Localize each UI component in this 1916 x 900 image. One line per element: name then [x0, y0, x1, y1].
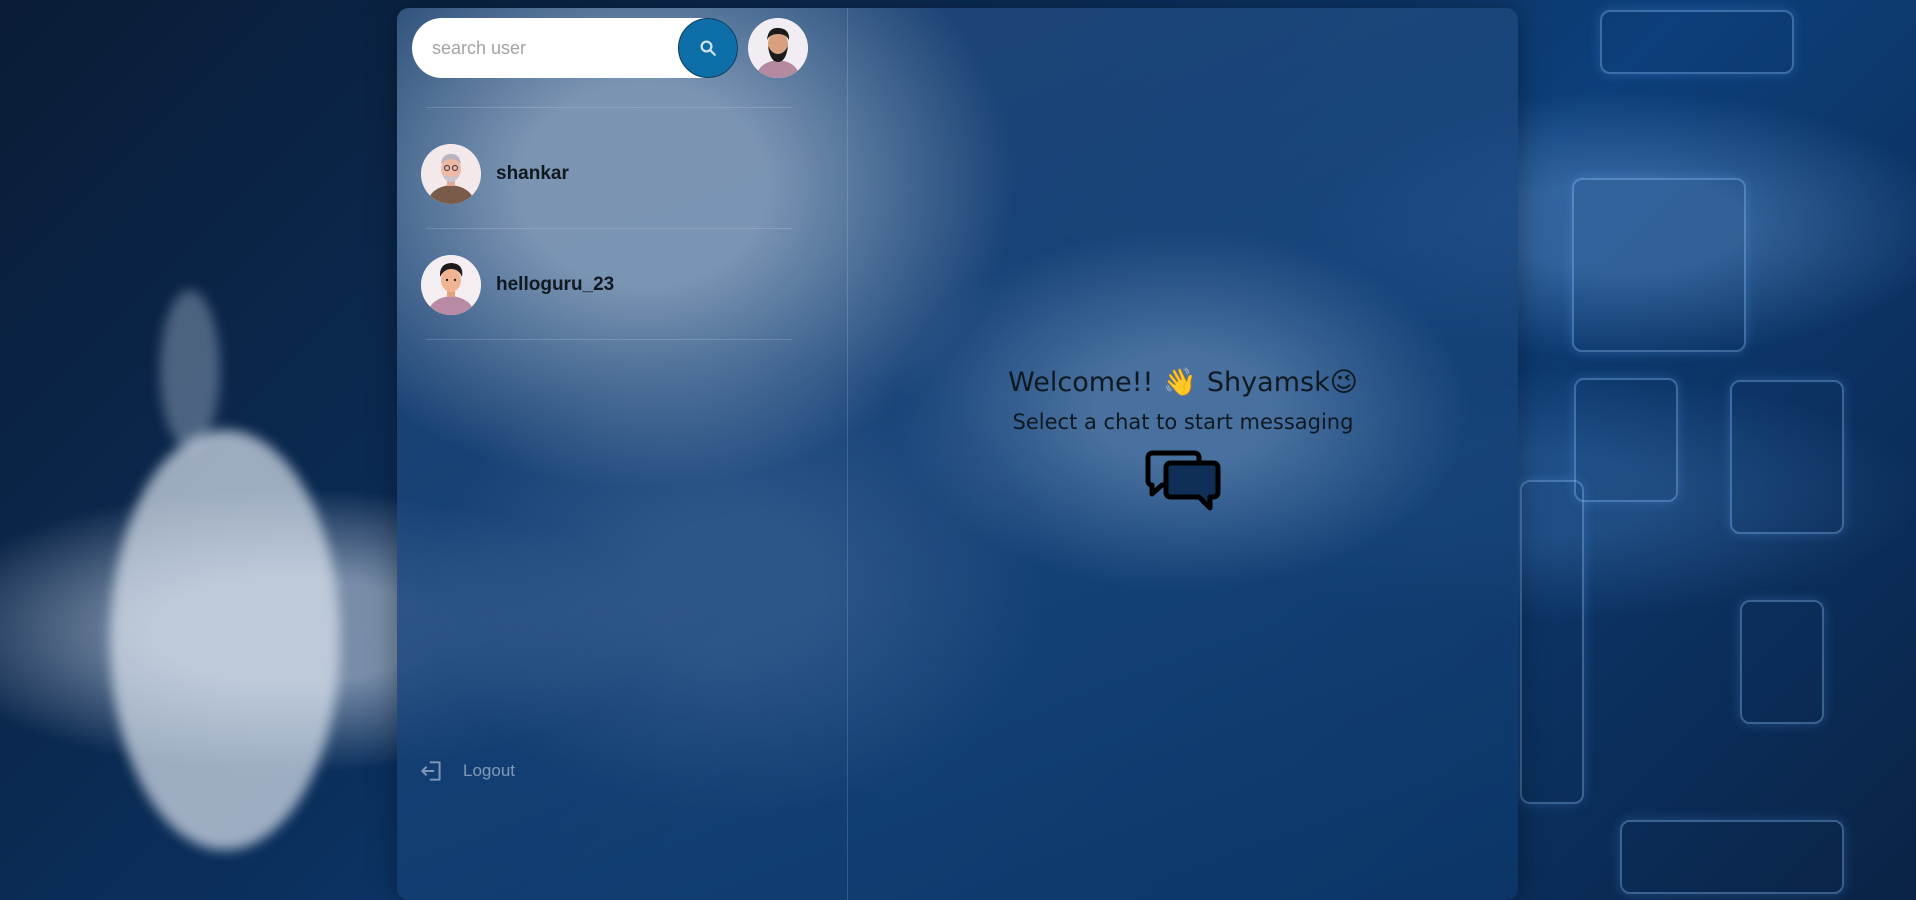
background-decoration — [1600, 10, 1794, 74]
main-panel: Welcome!! 👋 Shyamsk😉 Select a chat to st… — [848, 8, 1518, 900]
chat-app-window: shankar helloguru_23 — [397, 8, 1518, 900]
wave-emoji: 👋 — [1163, 367, 1197, 398]
background-decoration — [1620, 820, 1844, 894]
welcome-greeting: Welcome!! — [1008, 366, 1154, 398]
search-button[interactable] — [678, 18, 738, 78]
background-decoration — [1574, 378, 1678, 502]
logout-label: Logout — [463, 761, 515, 780]
conversation-name: shankar — [496, 163, 569, 184]
conversation-item[interactable]: helloguru_23 — [421, 254, 801, 316]
divider — [426, 228, 792, 229]
logout-icon — [421, 761, 441, 781]
logout-button[interactable]: Logout — [419, 758, 515, 784]
divider — [426, 107, 792, 108]
welcome-title: Welcome!! 👋 Shyamsk😉 — [1008, 366, 1358, 399]
conversation-avatar — [421, 144, 481, 204]
search-row — [412, 18, 808, 78]
background-decoration — [110, 430, 340, 850]
background-decoration — [1520, 480, 1584, 804]
background-decoration — [1730, 380, 1844, 534]
username: Shyamsk — [1206, 366, 1330, 398]
conversation-item[interactable]: shankar — [421, 143, 801, 205]
chat-icon-wrap — [848, 450, 1518, 514]
conversation-avatar — [421, 255, 481, 315]
welcome-message: Welcome!! 👋 Shyamsk😉 Select a chat to st… — [848, 366, 1518, 514]
background-decoration — [1740, 600, 1824, 724]
welcome-subtitle: Select a chat to start messaging — [1012, 410, 1354, 434]
profile-avatar[interactable] — [748, 18, 808, 78]
user-avatar — [748, 18, 808, 78]
search-icon — [700, 40, 716, 56]
divider — [426, 339, 792, 340]
conversation-name: helloguru_23 — [496, 274, 615, 295]
chat-bubbles-icon — [1145, 450, 1221, 511]
background-decoration — [160, 290, 220, 450]
user-avatar — [421, 144, 481, 204]
wink-emoji: 😉 — [1329, 366, 1358, 398]
user-avatar — [421, 255, 481, 315]
background-decoration — [1572, 178, 1746, 352]
search-form — [412, 18, 738, 78]
sidebar: shankar helloguru_23 — [397, 8, 848, 900]
welcome-username: Shyamsk😉 — [1207, 367, 1358, 398]
